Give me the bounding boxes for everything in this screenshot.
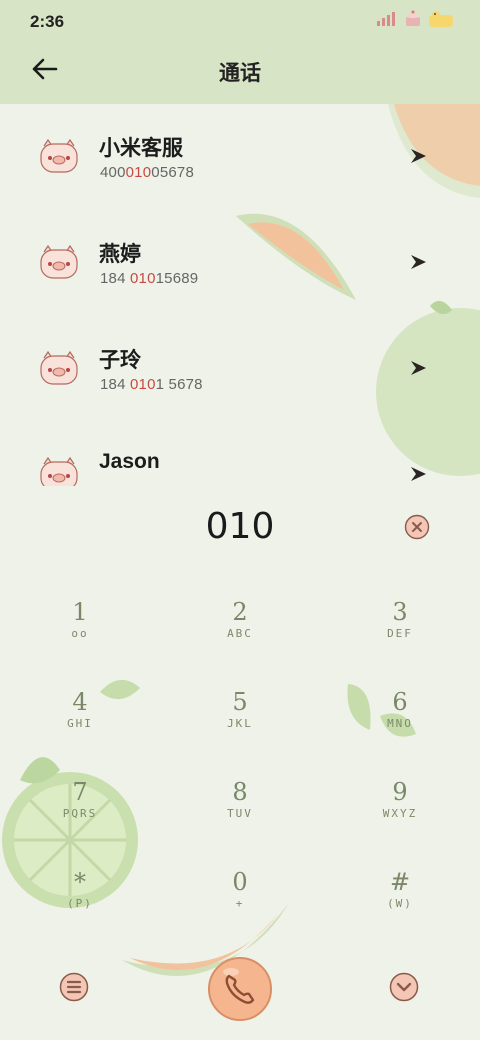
contact-row[interactable]: 小米客服 40001005678 [0,104,480,210]
contact-name: 子玲 [99,349,141,372]
key-hash[interactable]: # (W) [340,862,460,934]
contact-detail-arrow-icon[interactable] [408,252,428,272]
call-button-phone-icon[interactable] [207,956,273,1022]
menu-icon[interactable] [59,972,89,1002]
pig-avatar-icon [40,244,78,279]
pig-avatar-icon [40,138,78,173]
contact-name: Jason [99,450,160,473]
contact-name: 燕婷 [99,243,141,266]
contact-row[interactable]: Jason [0,422,480,486]
key-5[interactable]: 5 JKL [180,682,300,754]
contact-name: 小米客服 [99,137,183,160]
page-title: 通话 [219,62,261,85]
pig-avatar-icon [40,456,78,486]
contact-row[interactable]: 燕婷 184 01015689 [0,210,480,316]
key-9[interactable]: 9 WXYZ [340,772,460,844]
key-2[interactable]: 2 ABC [180,592,300,664]
contact-suggestion-list[interactable]: 小米客服 40001005678 燕婷 184 01015689 子玲 184 … [0,104,480,486]
app-header: 2:36 通话 [0,0,480,104]
key-4[interactable]: 4 GHI [20,682,140,754]
contact-number: 40001005678 [100,164,194,181]
key-0[interactable]: 0 + [180,862,300,934]
status-time: 2:36 [30,12,65,31]
signal-icon [377,12,395,26]
contact-detail-arrow-icon[interactable] [408,146,428,166]
key-7[interactable]: 7 PQRS [20,772,140,844]
key-3[interactable]: 3 DEF [340,592,460,664]
status-icons [376,10,454,28]
collapse-keypad-icon[interactable] [389,972,419,1002]
key-1[interactable]: 1 oo [20,592,140,664]
contact-number: 184 0101 5678 [100,376,203,393]
voicemail-icon: oo [71,627,89,640]
contact-detail-arrow-icon[interactable] [408,464,428,484]
contact-row[interactable]: 子玲 184 0101 5678 [0,316,480,422]
contact-number: 184 01015689 [100,270,199,287]
key-6[interactable]: 6 MNO [340,682,460,754]
backspace-clear-icon[interactable] [404,514,430,540]
contact-detail-arrow-icon[interactable] [408,358,428,378]
key-8[interactable]: 8 TUV [180,772,300,844]
battery-icon [429,11,453,27]
cake-icon [406,10,420,26]
pig-avatar-icon [40,350,78,385]
key-star[interactable]: * (P) [20,862,140,934]
bottom-action-bar [0,950,480,1040]
